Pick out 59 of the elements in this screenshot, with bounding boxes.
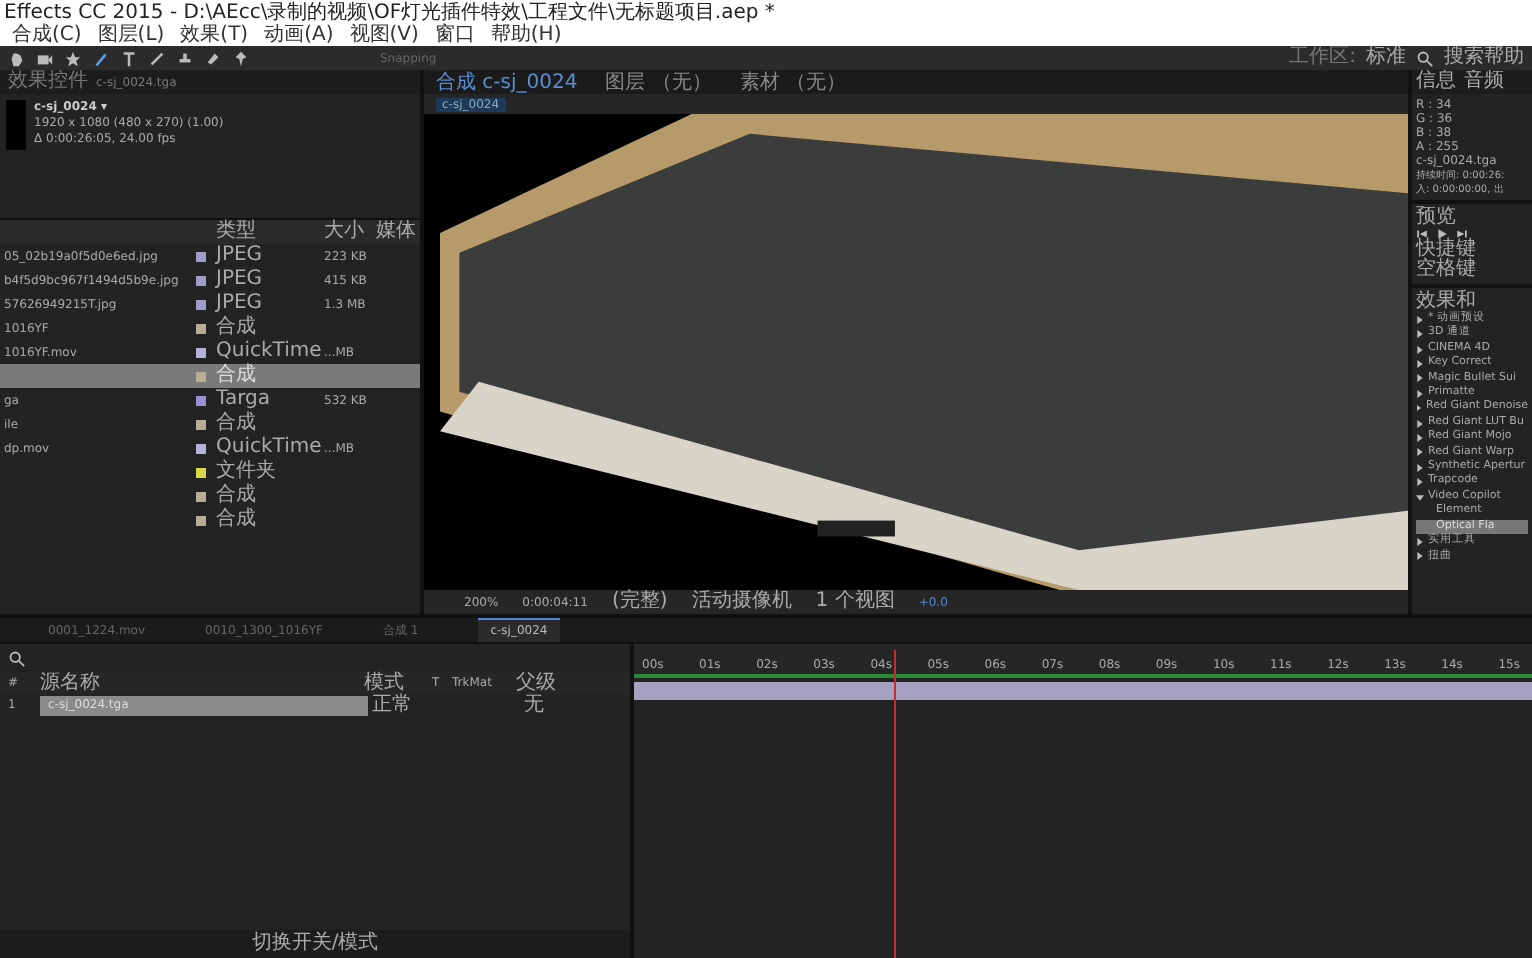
menu-item[interactable]: 窗口 <box>434 25 475 45</box>
file-type: 合成 <box>216 318 258 338</box>
column-header[interactable]: 大小 <box>324 222 376 242</box>
resolution-dropdown[interactable]: (完整) <box>611 592 668 612</box>
project-item[interactable]: 合成 <box>0 484 420 508</box>
viewer-tab[interactable]: 合成 c-sj_0024 <box>436 71 578 93</box>
panel-tab[interactable]: 效果控件 <box>8 72 88 92</box>
menu-item[interactable]: 合成(C) <box>12 25 82 45</box>
menu-item[interactable]: 效果(T) <box>180 25 249 45</box>
file-type: QuickTime <box>216 342 324 362</box>
panel-title[interactable]: 预览 <box>1416 208 1528 228</box>
column-header[interactable]: 类型 <box>216 222 324 242</box>
first-frame-icon[interactable] <box>1416 228 1428 240</box>
project-item[interactable]: 文件夹 <box>0 460 420 484</box>
window-title: Effects CC 2015 - D:\AEcc\录制的视频\OF灯光插件特效\工程文件\无标题项目.aep * <box>4 1 775 23</box>
workspace-dropdown[interactable]: 标准 <box>1366 48 1406 68</box>
file-type: JPEG <box>216 294 265 314</box>
parent-dropdown[interactable]: 无 <box>524 695 584 715</box>
viewer-tab[interactable]: 图层 （无） <box>605 71 712 93</box>
camera-icon[interactable] <box>36 49 54 67</box>
panel-tab[interactable]: 信息 <box>1416 72 1456 92</box>
menu-item[interactable]: 视图(V) <box>349 25 419 45</box>
project-item[interactable]: 合成 <box>0 508 420 532</box>
search-help-field[interactable]: 搜索帮助 <box>1444 48 1524 68</box>
menu-item[interactable]: 帮助(H) <box>490 25 562 45</box>
search-icon <box>1416 49 1434 67</box>
column-header: 模式 <box>364 673 404 693</box>
star-icon[interactable] <box>64 49 82 67</box>
file-type: JPEG <box>216 246 265 266</box>
shortcut-label: 快捷键 <box>1416 240 1478 260</box>
file-type: 合成 <box>216 366 258 386</box>
play-icon[interactable] <box>1436 228 1448 240</box>
expanded-arrow-icon[interactable] <box>1416 493 1424 502</box>
search-icon[interactable] <box>8 649 26 667</box>
column-header: 源名称 <box>40 673 102 693</box>
toggle-modes-button[interactable]: 切换开关/模式 <box>251 934 379 954</box>
file-type: QuickTime <box>216 438 324 458</box>
viewer-tab[interactable]: 素材 （无） <box>739 71 847 93</box>
menu-item[interactable]: 图层(L) <box>97 25 165 45</box>
stamp-icon[interactable] <box>176 49 194 67</box>
column-header[interactable]: 媒体 <box>376 222 420 242</box>
file-type: 合成 <box>216 510 258 530</box>
views-dropdown[interactable]: 1 个视图 <box>815 592 895 612</box>
text-tool-icon[interactable] <box>120 49 138 67</box>
camera-dropdown[interactable]: 活动摄像机 <box>691 592 792 612</box>
shortcut-dropdown[interactable]: 空格键 <box>1416 260 1528 280</box>
panel-title[interactable]: 效果和 <box>1416 292 1528 312</box>
column-header: 父级 <box>516 673 558 693</box>
workspace-label: 工作区: <box>1289 48 1356 68</box>
file-type: Targa <box>216 390 272 410</box>
brush-icon[interactable] <box>148 49 166 67</box>
menu-item[interactable]: 动画(A) <box>264 25 334 45</box>
file-type: 合成 <box>216 414 258 434</box>
file-type: JPEG <box>216 270 265 290</box>
mode-dropdown[interactable]: 正常 <box>372 695 436 715</box>
thumbnail <box>6 100 26 150</box>
file-type: 合成 <box>216 486 258 506</box>
file-type: 文件夹 <box>216 462 278 482</box>
next-frame-icon[interactable] <box>1456 228 1468 240</box>
